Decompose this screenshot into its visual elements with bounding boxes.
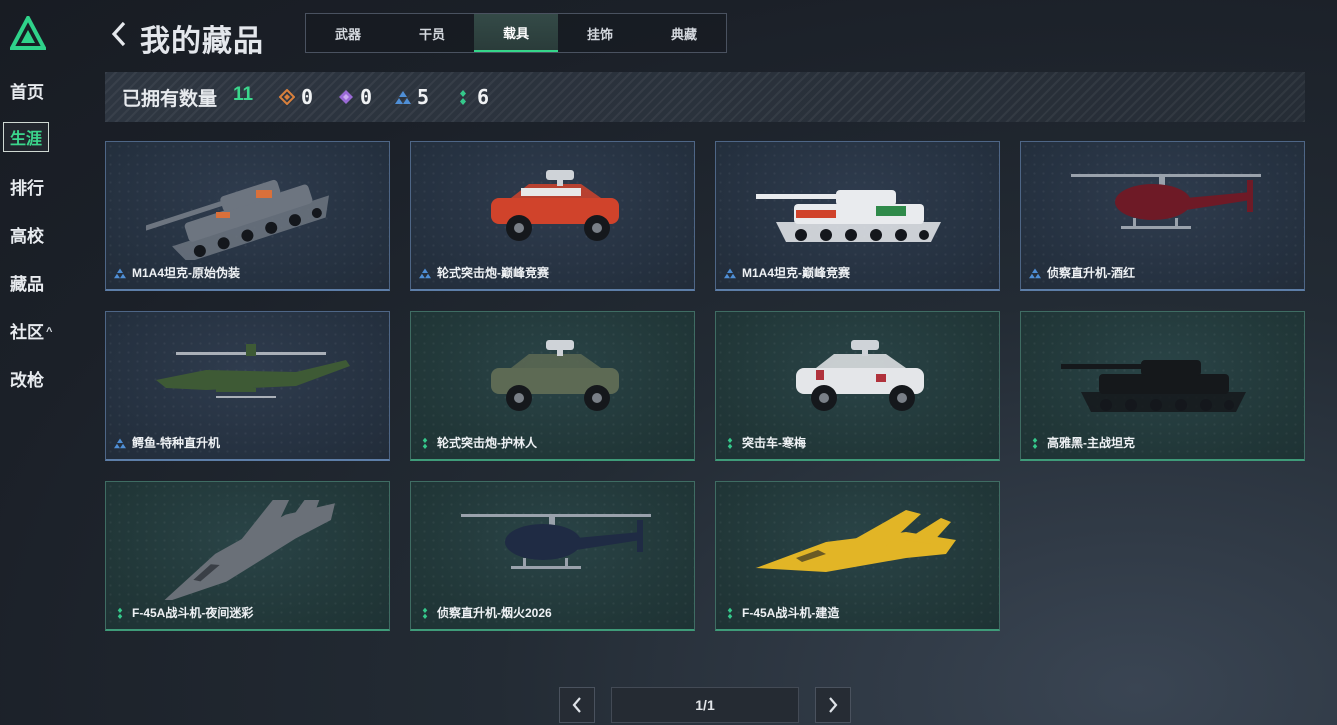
tank-white-red-icon [756,190,941,242]
blue-triangle-icon [395,91,411,104]
chevron-left-icon [572,697,581,713]
rarity-count-value: 5 [417,85,430,109]
vehicle-name: 高雅黑-主战坦克 [1047,436,1135,450]
green-diamond-icon [727,437,733,449]
vehicle-card[interactable]: 突击车-寒梅 [715,311,1000,461]
tab-vehicles[interactable]: 载具 [474,14,558,52]
prev-page-button[interactable] [559,687,595,723]
back-arrow-icon[interactable] [108,20,130,48]
fighter-jet-camo-icon [146,500,347,600]
page-title: 我的藏品 [140,25,264,58]
blue-triangle-icon [114,268,126,278]
vehicle-card[interactable]: 侦察直升机-酒红 [1020,141,1305,291]
nav-label: 生涯 [10,131,43,148]
tank-black-icon [1061,360,1246,412]
nav-label: 高校 [10,227,44,246]
vehicle-name: F-45A战斗机-夜间迷彩 [132,606,254,620]
scout-helicopter-wine-icon [1071,174,1261,229]
page-indicator: 1/1 [611,687,799,723]
tab-weapons[interactable]: 武器 [306,14,390,52]
rarity-count-orange: 0 [279,85,313,109]
nav-item-home[interactable]: 首页 [10,78,44,103]
tab-label: 干员 [418,26,445,42]
tab-label: 挂饰 [586,26,613,42]
category-tabs: 武器 干员 载具 挂饰 典藏 [305,13,727,53]
vehicle-name: 侦察直升机-烟火2026 [437,606,552,620]
blue-triangle-icon [114,438,126,448]
vehicle-card[interactable]: 高雅黑-主战坦克 [1020,311,1305,461]
green-diamond-icon [422,607,428,619]
attack-helicopter-green-icon [156,344,350,398]
green-diamond-icon [422,437,428,449]
scout-helicopter-navy-icon [461,514,651,569]
nav-label: 排行 [10,179,44,198]
nav-item-gunsmith[interactable]: 改枪 [10,366,44,391]
vehicle-name: 突击车-寒梅 [742,436,806,450]
vehicle-card[interactable]: F-45A战斗机-建造 [715,481,1000,631]
vehicle-name: 侦察直升机-酒红 [1047,266,1135,280]
tab-label: 典藏 [670,26,697,42]
vehicle-card[interactable]: M1A4坦克-巅峰竞赛 [715,141,1000,291]
owned-count: 11 [233,84,254,105]
nav-label: 改枪 [10,371,44,390]
tab-collector[interactable]: 典藏 [642,14,726,52]
vehicle-name: F-45A战斗机-建造 [742,606,840,620]
nav-item-community[interactable]: 社区 ^ [10,318,52,343]
vehicle-name: 轮式突击炮-巅峰竞赛 [437,266,549,280]
assault-vehicle-white-icon [796,340,924,411]
rarity-count-value: 0 [301,85,314,109]
green-diamond-icon [117,607,123,619]
wheeled-assault-gun-camo-icon [491,340,619,411]
chevron-right-icon [829,697,838,713]
nav-label: 藏品 [10,275,44,294]
vehicle-card[interactable]: 侦察直升机-烟火2026 [410,481,695,631]
green-diamond-icon [460,90,466,105]
purple-diamond-icon [339,90,353,104]
tab-charms[interactable]: 挂饰 [558,14,642,52]
owned-label: 已拥有数量 [122,89,218,110]
nav-label: 首页 [10,83,44,102]
rarity-count-green: 6 [455,85,489,109]
tab-label: 武器 [334,26,361,42]
rarity-count-value: 6 [477,85,490,109]
vehicle-name: M1A4坦克-巅峰竞赛 [742,266,851,280]
vehicle-name: 轮式突击炮-护林人 [437,436,537,450]
vehicle-card[interactable]: F-45A战斗机-夜间迷彩 [105,481,390,631]
blue-triangle-icon [1029,268,1041,278]
vehicle-card[interactable]: 鳄鱼-特种直升机 [105,311,390,461]
fighter-jet-yellow-icon [756,510,956,572]
green-diamond-icon [1032,437,1038,449]
owned-stats-bar: 已拥有数量 11 0 0 5 6 [105,72,1305,122]
blue-triangle-icon [419,268,431,278]
nav-label: 社区 [10,323,44,342]
vehicle-card[interactable]: 轮式突击炮-巅峰竞赛 [410,141,695,291]
orange-diamond-icon [279,89,295,105]
blue-triangle-icon [724,268,736,278]
green-diamond-icon [727,607,733,619]
rarity-count-blue: 5 [395,85,429,109]
rarity-count-purple: 0 [338,85,372,109]
vehicle-card[interactable]: M1A4坦克-原始伪装 [105,141,390,291]
tank-camo-icon [146,164,336,260]
rarity-count-value: 0 [360,85,373,109]
vehicle-name: M1A4坦克-原始伪装 [132,266,241,280]
app-logo-icon [10,16,46,50]
wheeled-assault-gun-red-icon [491,170,619,241]
vehicle-name: 鳄鱼-特种直升机 [132,436,220,450]
nav-item-ranking[interactable]: 排行 [10,174,44,199]
next-page-button[interactable] [815,687,851,723]
nav-item-university[interactable]: 高校 [10,222,44,247]
tab-label: 载具 [502,25,529,41]
tab-operators[interactable]: 干员 [390,14,474,52]
vehicle-card[interactable]: 轮式突击炮-护林人 [410,311,695,461]
nav-item-collection[interactable]: 藏品 [10,270,44,295]
caret-up-icon: ^ [46,326,53,338]
nav-item-career[interactable]: 生涯 [3,122,50,152]
